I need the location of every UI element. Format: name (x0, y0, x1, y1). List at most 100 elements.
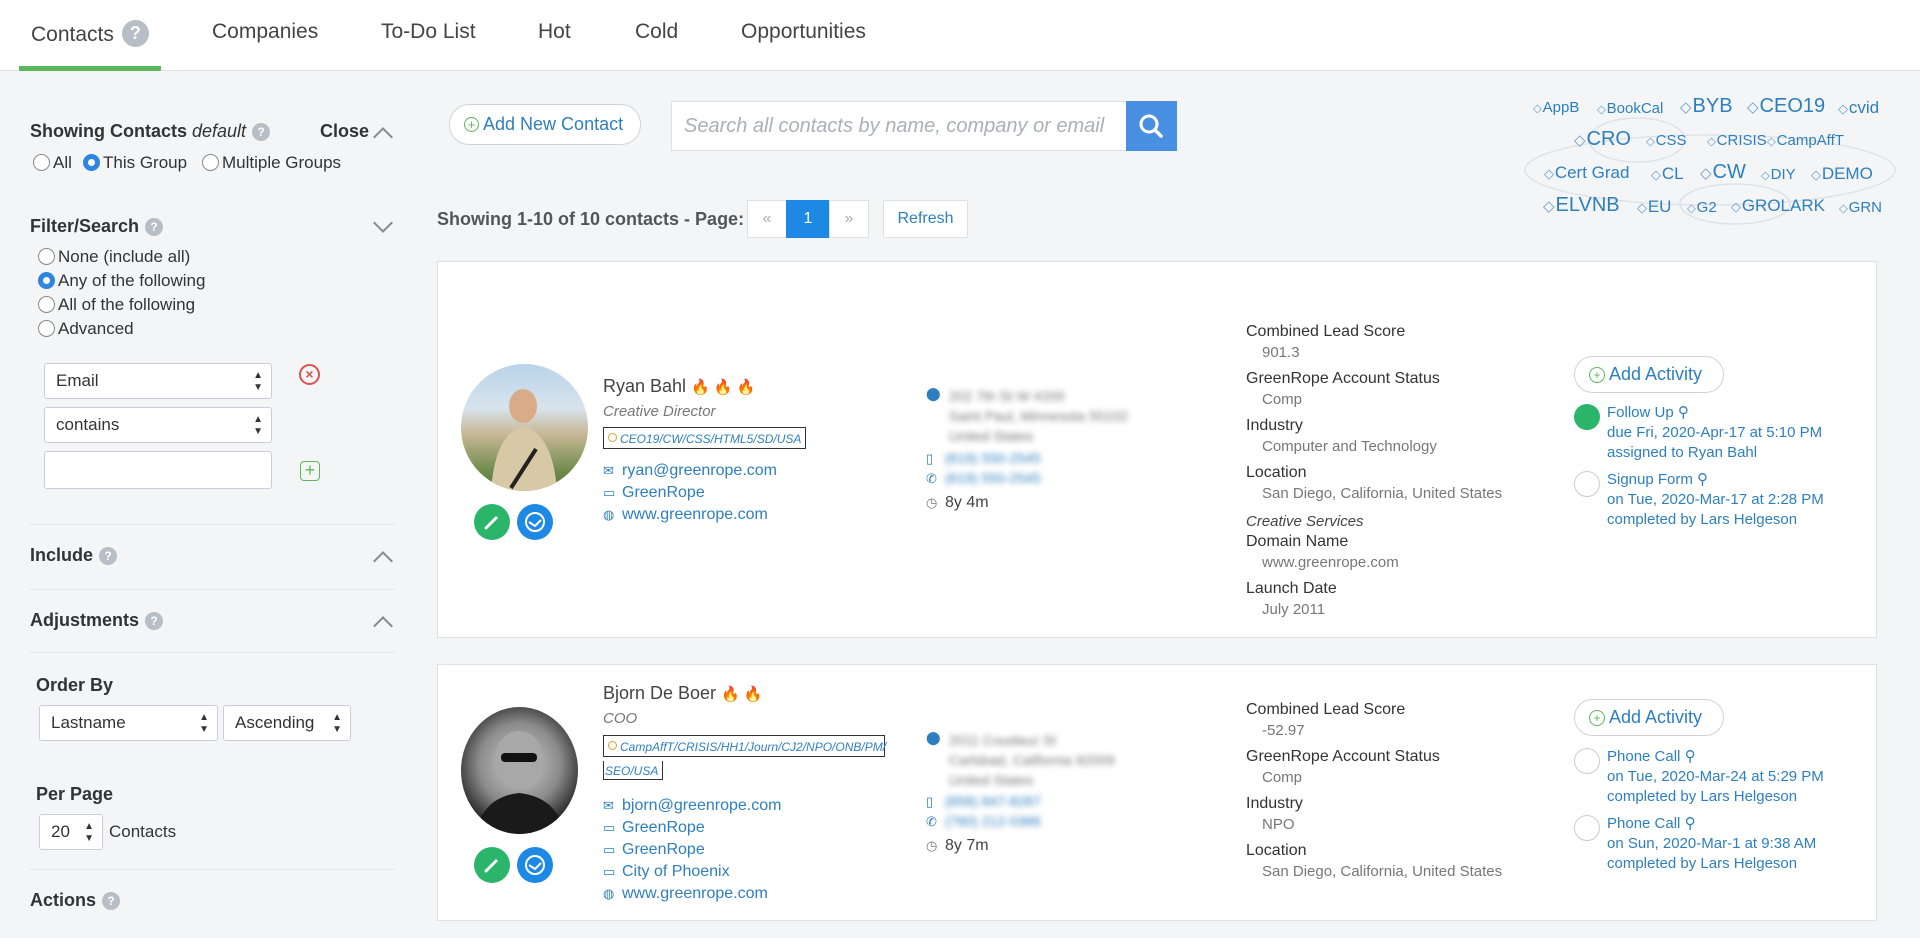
tag-link[interactable]: GRN (1839, 199, 1882, 216)
tag-link[interactable]: EU (1637, 197, 1672, 217)
tag-link[interactable]: DEMO (1811, 164, 1873, 184)
contact-website[interactable]: ◍ www.greenrope.com (603, 885, 768, 903)
group-radio-multiple[interactable]: Multiple Groups (202, 153, 341, 173)
add-activity-button[interactable]: + Add Activity (1574, 699, 1724, 736)
email-text: bjorn@greenrope.com (622, 797, 782, 814)
help-icon[interactable]: ? (102, 892, 121, 910)
filter-value-input[interactable] (44, 451, 272, 489)
address-line: 2011 Coudauz St (948, 732, 1057, 748)
tag-link[interactable]: DIY (1761, 166, 1796, 183)
handshake-button[interactable] (517, 847, 553, 883)
help-icon[interactable]: ? (145, 612, 164, 630)
contact-phone[interactable]: ✆ (619) 550-2545 (926, 470, 1041, 487)
tag-link[interactable]: CRO (1574, 128, 1631, 151)
chevron-up-icon[interactable] (373, 616, 393, 636)
contact-address: ⬤ 202 7th St W #200 Saint Paul, Minnesot… (926, 386, 1128, 446)
tab-opportunities[interactable]: Opportunities (741, 20, 866, 44)
filter-radio-advanced[interactable]: Advanced (38, 319, 134, 339)
tag-link[interactable]: CampAffT (1767, 132, 1844, 149)
contact-company[interactable]: ▭ GreenRope (603, 841, 705, 859)
tag-link[interactable]: ELVNB (1543, 194, 1620, 217)
group-radio-this[interactable]: This Group (83, 153, 187, 173)
tag-link[interactable]: cvid (1838, 98, 1879, 118)
contact-mobile[interactable]: ▯ (858) 847-8287 (926, 793, 1041, 810)
tab-contacts[interactable]: Contacts? (19, 20, 161, 71)
tag-link[interactable]: CEO19 (1747, 95, 1826, 118)
tab-companies[interactable]: Companies (212, 20, 318, 44)
briefcase-icon: ▭ (603, 842, 616, 857)
contact-mobile[interactable]: ▯ (619) 550-2545 (926, 450, 1041, 467)
contact-website[interactable]: ◍ www.greenrope.com (603, 506, 768, 524)
tag-link[interactable]: CL (1651, 164, 1684, 184)
contact-email[interactable]: ✉ ryan@greenrope.com (603, 462, 777, 480)
contact-email[interactable]: ✉ bjorn@greenrope.com (603, 797, 781, 815)
refresh-button[interactable]: Refresh (883, 200, 968, 238)
tag-link[interactable]: GROLARK (1731, 196, 1825, 216)
tag-link[interactable]: CW (1700, 161, 1746, 184)
divider (30, 652, 395, 653)
globe-icon: ◍ (603, 886, 615, 901)
remove-filter-icon[interactable]: × (299, 364, 320, 385)
activity-item[interactable]: Signup Form ⚲ on Tue, 2020-Mar-17 at 2:2… (1607, 470, 1824, 530)
activity-item[interactable]: Follow Up ⚲ due Fri, 2020-Apr-17 at 5:10… (1607, 403, 1822, 463)
activity-item[interactable]: Phone Call ⚲ on Sun, 2020-Mar-1 at 9:38 … (1607, 814, 1816, 874)
activity-item[interactable]: Phone Call ⚲ on Tue, 2020-Mar-24 at 5:29… (1607, 747, 1824, 807)
include-header[interactable]: Include? (30, 545, 118, 566)
contact-company[interactable]: ▭ GreenRope (603, 819, 705, 837)
activity-date: on Tue, 2020-Mar-24 at 5:29 PM (1607, 768, 1824, 785)
order-field-select[interactable]: Lastname ▲ ▼ (39, 705, 218, 741)
tag-link[interactable]: AppB (1533, 99, 1580, 116)
contact-card: Ryan Bahl 🔥 🔥 🔥 Creative Director CEO19/… (437, 261, 1877, 638)
filter-field-select[interactable]: Email ▲ ▼ (44, 363, 272, 399)
group-radio-all[interactable]: All (33, 153, 72, 173)
contact-tags[interactable]: CampAffT/CRISIS/HH1/Journ/CJ2/NPO/ONB/PM… (603, 735, 886, 757)
contact-tags[interactable]: CEO19/CW/CSS/HTML5/SD/USA (603, 427, 807, 449)
tag-link[interactable]: CSS (1646, 132, 1687, 149)
actions-header[interactable]: Actions? (30, 890, 121, 911)
tag-link[interactable]: BookCal (1597, 100, 1664, 117)
filter-radio-any[interactable]: Any of the following (38, 271, 205, 291)
contact-tags-continued[interactable]: SEO/USA (603, 761, 664, 780)
tag-link[interactable]: G2 (1687, 199, 1717, 216)
help-icon[interactable]: ? (252, 123, 271, 141)
chevron-up-icon[interactable] (373, 551, 393, 571)
pager-next[interactable]: » (829, 200, 869, 238)
contact-name[interactable]: Bjorn De Boer 🔥 🔥 (603, 683, 763, 704)
avatar (461, 364, 588, 491)
filter-radio-none[interactable]: None (include all) (38, 247, 190, 267)
tab-cold[interactable]: Cold (635, 20, 678, 44)
pager-current[interactable]: 1 (786, 200, 830, 238)
tab-todo[interactable]: To-Do List (381, 20, 476, 44)
chevron-down-icon[interactable] (373, 213, 393, 233)
order-direction-select[interactable]: Ascending ▲ ▼ (223, 705, 351, 741)
field-label: Launch Date (1246, 580, 1337, 597)
add-filter-icon[interactable]: + (300, 461, 320, 481)
per-page-select[interactable]: 20 ▲ ▼ (39, 814, 103, 850)
filter-operator-select[interactable]: contains ▲ ▼ (44, 407, 272, 443)
tab-hot[interactable]: Hot (538, 20, 571, 44)
contact-name[interactable]: Ryan Bahl 🔥 🔥 🔥 (603, 376, 755, 397)
field-value: Comp (1262, 391, 1303, 408)
edit-contact-button[interactable] (474, 847, 510, 883)
contact-company[interactable]: ▭ City of Phoenix (603, 863, 730, 881)
search-input[interactable]: Search all contacts by name, company or … (671, 101, 1127, 151)
help-icon[interactable]: ? (145, 218, 164, 236)
handshake-button[interactable] (517, 504, 553, 540)
pager-prev[interactable]: « (747, 200, 787, 238)
adjustments-header[interactable]: Adjustments? (30, 610, 164, 631)
add-activity-button[interactable]: + Add Activity (1574, 356, 1724, 393)
tag-link[interactable]: BYB (1680, 95, 1733, 118)
help-icon[interactable]: ? (121, 20, 149, 47)
chevron-up-icon[interactable] (373, 127, 393, 147)
tag-link[interactable]: CRISIS (1707, 132, 1767, 149)
add-new-contact-button[interactable]: + Add New Contact (449, 104, 641, 145)
filter-radio-all[interactable]: All of the following (38, 295, 195, 315)
close-button[interactable]: Close (320, 121, 369, 142)
help-icon[interactable]: ? (99, 547, 118, 565)
edit-contact-button[interactable] (474, 504, 510, 540)
search-button[interactable] (1126, 101, 1177, 151)
contact-phone[interactable]: ✆ (760) 212-0386 (926, 813, 1041, 830)
tag-link[interactable]: Cert Grad (1544, 163, 1630, 183)
contact-company[interactable]: ▭ GreenRope (603, 484, 705, 502)
activity-title: Phone Call (1607, 815, 1681, 832)
